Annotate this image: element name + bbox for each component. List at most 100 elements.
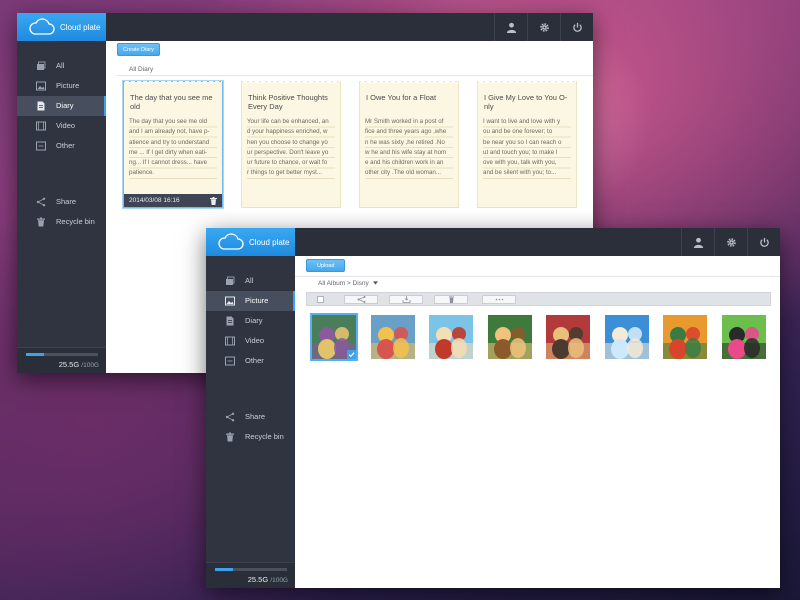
brand-name: Cloud plate [249, 238, 290, 247]
nav-item-picture[interactable]: Picture [17, 76, 106, 96]
diary-excerpt: The day that you see me old and I am alr… [129, 117, 217, 179]
nav-item-recycle-bin[interactable]: Recycle bin [17, 212, 106, 232]
logo[interactable]: Cloud plate [17, 13, 106, 41]
main-nav: All Picture Diary Video Other [17, 56, 106, 156]
diary-card[interactable]: I Give My Love to You O-nly I want to li… [477, 81, 577, 208]
divider [295, 276, 780, 277]
diary-excerpt: Your life can be enhanced, an d your hap… [247, 117, 335, 179]
other-files-icon [36, 141, 46, 151]
power-icon [572, 22, 582, 32]
nav-item-recycle-bin[interactable]: Recycle bin [206, 427, 295, 447]
storage-bar [215, 568, 287, 571]
diary-icon [225, 316, 235, 326]
storage-total: /100G [270, 577, 288, 584]
upload-button[interactable]: Upload [306, 259, 346, 272]
storage-meter: 25.5G /100G [206, 562, 295, 588]
user-button[interactable] [681, 228, 714, 256]
nav-item-all[interactable]: All [17, 56, 106, 76]
more-icon [495, 298, 503, 301]
photo-thumbnail-wreck-it-ralph[interactable] [546, 315, 590, 359]
user-icon [693, 237, 703, 248]
settings-button[interactable] [527, 13, 560, 41]
delete-button[interactable] [434, 295, 468, 304]
storage-used: 25.5G [58, 360, 80, 369]
paper-edge [242, 81, 340, 85]
nav-item-other[interactable]: Other [206, 351, 295, 371]
diary-card[interactable]: I Owe You for a Float Mr Smith worked in… [359, 81, 459, 208]
download-icon [402, 296, 410, 303]
select-all-checkbox[interactable] [317, 296, 324, 303]
photo-thumbnail-frozen-elsa[interactable] [604, 315, 649, 359]
user-button[interactable] [494, 13, 527, 41]
storage-text: 25.5G /100G [59, 360, 99, 369]
nav-label: Recycle bin [56, 217, 95, 226]
power-button[interactable] [560, 13, 593, 41]
gear-icon [539, 22, 549, 32]
settings-button[interactable] [714, 228, 747, 256]
photo-thumbnail-mickey-minnie-autumn[interactable] [663, 315, 707, 359]
breadcrumb-path: All Album > Disny [318, 280, 369, 287]
nav-item-share[interactable]: Share [17, 192, 106, 212]
nav-item-video[interactable]: Video [17, 116, 106, 136]
create-diary-button[interactable]: Create Diary [117, 43, 160, 56]
nav-item-picture[interactable]: Picture [206, 291, 295, 311]
nav-label: Video [245, 336, 265, 345]
top-bar-actions [681, 228, 780, 256]
photo-thumbnail-mickey-minnie-garden[interactable] [721, 315, 766, 359]
diary-excerpt: I want to live and love with y ou and be… [483, 117, 571, 179]
gear-icon [726, 237, 736, 247]
cloud-logo-icon [218, 233, 244, 250]
storage-meter: 25.5G /100G [17, 347, 106, 373]
selected-check-icon[interactable] [347, 350, 356, 359]
paper-edge [124, 81, 222, 85]
main-nav: All Picture Diary Video Other [206, 271, 295, 371]
breadcrumb[interactable]: All Album > Disny [318, 280, 378, 287]
nav-item-share[interactable]: Share [206, 407, 295, 427]
diary-card[interactable]: The day that you see me old The day that… [123, 81, 223, 208]
nav-label: Recycle bin [245, 432, 284, 441]
logo[interactable]: Cloud plate [206, 228, 295, 256]
photo-thumbnail-up-balloons[interactable] [370, 315, 415, 359]
storage-text: 25.5G /100G [248, 575, 288, 584]
nav-item-all[interactable]: All [206, 271, 295, 291]
breadcrumb: All Diary [129, 66, 154, 73]
nav-item-diary[interactable]: Diary [17, 96, 106, 116]
photo-thumbnail-cloudy-meatballs[interactable] [429, 315, 473, 359]
nav-item-video[interactable]: Video [206, 331, 295, 351]
photo-thumbnail-tarzan[interactable] [487, 315, 532, 359]
sidebar: Cloud plate All Picture Diary Video Othe… [206, 228, 295, 588]
diary-title: I Give My Love to You O-nly [484, 93, 568, 111]
photo-thumbnail-tangled[interactable] [310, 313, 358, 361]
storage-bar-fill [215, 568, 234, 571]
photo-image [604, 315, 649, 359]
download-button[interactable] [389, 295, 423, 304]
storage-bar [26, 353, 98, 356]
photo-image [721, 315, 766, 359]
diary-date: 2014/03/08 16:16 [129, 197, 180, 204]
paper-edge [478, 81, 576, 85]
trash-icon [448, 296, 454, 303]
photo-image [429, 315, 473, 359]
diary-footer: 2014/03/08 16:16 [124, 194, 222, 207]
more-button[interactable] [482, 295, 516, 304]
caret-down-icon[interactable] [372, 281, 378, 285]
video-icon [225, 336, 235, 346]
secondary-nav: Share Recycle bin [206, 407, 295, 447]
brand-name: Cloud plate [60, 23, 101, 32]
diary-card[interactable]: Think Positive Thoughts Every Day Your l… [241, 81, 341, 208]
picture-icon [36, 81, 46, 91]
nav-item-diary[interactable]: Diary [206, 311, 295, 331]
share-icon [225, 412, 235, 422]
nav-label: Diary [245, 316, 263, 325]
divider [117, 75, 593, 76]
delete-icon[interactable] [210, 197, 217, 205]
nav-label: All [56, 61, 65, 70]
other-files-icon [225, 356, 235, 366]
power-button[interactable] [747, 228, 780, 256]
nav-label: Other [56, 141, 75, 150]
share-button[interactable] [344, 295, 378, 304]
nav-item-other[interactable]: Other [17, 136, 106, 156]
diary-title: The day that you see me old [130, 93, 213, 111]
cloud-logo-icon [29, 18, 55, 35]
diary-title: Think Positive Thoughts Every Day [248, 93, 328, 111]
